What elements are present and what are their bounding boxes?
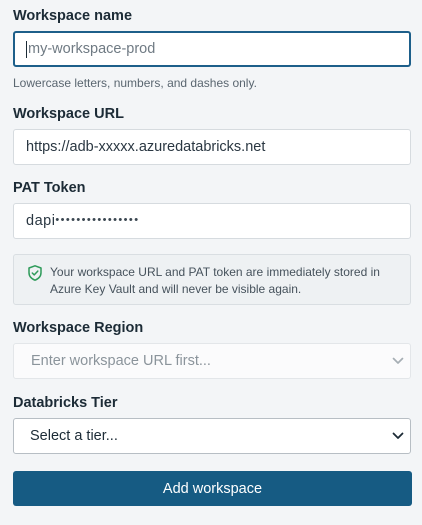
- workspace-url-value: https://adb-xxxxx.azuredatabricks.net: [26, 139, 266, 155]
- pat-token-label: PAT Token: [13, 180, 86, 196]
- workspace-name-value: my-workspace-prod: [28, 41, 156, 57]
- workspace-url-input[interactable]: https://adb-xxxxx.azuredatabricks.net: [13, 129, 411, 165]
- chevron-down-icon: [392, 357, 404, 364]
- shield-check-icon: [28, 265, 42, 281]
- add-workspace-button[interactable]: Add workspace: [13, 471, 412, 506]
- databricks-tier-select[interactable]: Select a tier...: [13, 418, 411, 454]
- chevron-down-icon: [392, 432, 404, 439]
- databricks-tier-selected: Select a tier...: [30, 428, 118, 444]
- workspace-region-select[interactable]: Enter workspace URL first...: [13, 343, 411, 379]
- pat-token-input[interactable]: dapi ••••••••••••••••: [13, 203, 411, 239]
- workspace-region-label: Workspace Region: [13, 320, 144, 336]
- workspace-name-input[interactable]: my-workspace-prod: [13, 31, 411, 67]
- pat-token-masked: ••••••••••••••••: [55, 214, 140, 226]
- databricks-tier-label: Databricks Tier: [13, 395, 118, 411]
- pat-token-prefix: dapi: [26, 213, 56, 229]
- text-caret: [26, 40, 27, 58]
- workspace-name-label: Workspace name: [13, 8, 133, 24]
- security-notice: Your workspace URL and PAT token are imm…: [13, 254, 411, 305]
- workspace-name-hint: Lowercase letters, numbers, and dashes o…: [13, 76, 257, 90]
- workspace-region-placeholder: Enter workspace URL first...: [31, 353, 211, 369]
- add-workspace-form: Workspace name my-workspace-prod Lowerca…: [0, 0, 422, 525]
- workspace-url-label: Workspace URL: [13, 106, 124, 122]
- security-notice-text: Your workspace URL and PAT token are imm…: [50, 265, 380, 296]
